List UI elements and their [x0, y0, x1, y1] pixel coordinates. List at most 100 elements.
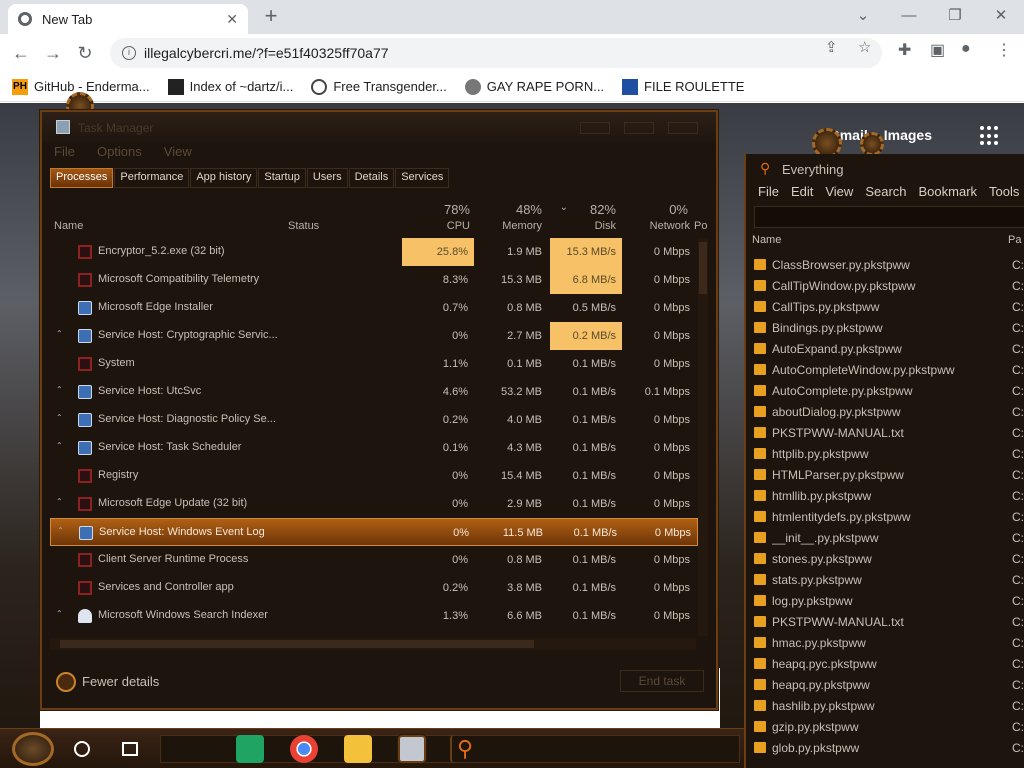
- file-row[interactable]: ClassBrowser.py.pkstpww C:: [754, 254, 1024, 275]
- menu-edit[interactable]: Edit: [785, 182, 819, 204]
- column-name[interactable]: Name: [752, 234, 781, 246]
- process-row[interactable]: ⌃ Service Host: Windows Event Log 0% 11.5 M…: [50, 518, 698, 546]
- expand-chevron-icon[interactable]: ⌃: [56, 385, 63, 394]
- file-row[interactable]: AutoComplete.py.pkstpww C:: [754, 380, 1024, 401]
- process-row[interactable]: Client Server Runtime Process 0% 0.8 MB 0.1…: [50, 546, 698, 574]
- tab-users[interactable]: Users: [306, 168, 348, 188]
- file-row[interactable]: hashlib.py.pkstpww C:: [754, 695, 1024, 716]
- column-path[interactable]: Pa: [1008, 234, 1021, 246]
- end-task-button[interactable]: End task: [620, 670, 704, 692]
- bookmark-item[interactable]: Free Transgender...: [311, 78, 447, 95]
- expand-chevron-icon[interactable]: ⌃: [57, 526, 64, 535]
- column-disk[interactable]: Disk: [566, 220, 616, 232]
- process-row[interactable]: ⌃ Service Host: Cryptographic Servic... 0%…: [50, 322, 698, 350]
- file-row[interactable]: PKSTPWW-MANUAL.txt C:: [754, 611, 1024, 632]
- process-list-scrollbar[interactable]: [698, 238, 708, 636]
- close-button[interactable]: [668, 122, 698, 134]
- menu-view[interactable]: View: [160, 144, 196, 159]
- tab-details[interactable]: Details: [348, 168, 395, 188]
- task-manager-titlebar[interactable]: Task Manager: [42, 112, 716, 142]
- process-row[interactable]: ⌃ Microsoft Windows Search Indexer 1.3% 6.6…: [50, 602, 698, 630]
- close-tab-icon[interactable]: ✕: [226, 11, 238, 28]
- everything-app-icon[interactable]: ⚲: [450, 735, 478, 763]
- menu-view[interactable]: View: [819, 182, 859, 204]
- file-row[interactable]: AutoCompleteWindow.py.pkstpww C:: [754, 359, 1024, 380]
- fewer-details-link[interactable]: Fewer details: [82, 674, 159, 689]
- expand-chevron-icon[interactable]: ⌃: [56, 413, 63, 422]
- tab-new-tab[interactable]: New Tab ✕: [8, 4, 248, 34]
- file-row[interactable]: glob.py.pkstpww C:: [754, 737, 1024, 758]
- file-row[interactable]: __init__.py.pkstpww C:: [754, 527, 1024, 548]
- menu-tools[interactable]: Tools: [983, 182, 1024, 204]
- file-row[interactable]: htmlentitydefs.py.pkstpww C:: [754, 506, 1024, 527]
- site-info-icon[interactable]: i: [122, 46, 136, 60]
- reload-button[interactable]: ↻: [72, 40, 98, 66]
- file-row[interactable]: Bindings.py.pkstpww C:: [754, 317, 1024, 338]
- google-apps-icon[interactable]: [980, 126, 1000, 146]
- bookmark-item[interactable]: Index of ~dartz/i...: [167, 78, 293, 95]
- close-window-button[interactable]: ✕: [978, 3, 1024, 29]
- menu-options[interactable]: Options: [93, 144, 146, 159]
- file-row[interactable]: stats.py.pkstpww C:: [754, 569, 1024, 590]
- start-button[interactable]: [12, 732, 54, 766]
- tab-app-history[interactable]: App history: [190, 168, 258, 188]
- file-row[interactable]: CallTipWindow.py.pkstpww C:: [754, 275, 1024, 296]
- forward-button[interactable]: →: [40, 40, 66, 66]
- tab-processes[interactable]: Processes: [50, 168, 114, 188]
- file-row[interactable]: heapq.py.pkstpww C:: [754, 674, 1024, 695]
- menu-bookmark[interactable]: Bookmark: [913, 182, 984, 204]
- file-row[interactable]: htmllib.py.pkstpww C:: [754, 485, 1024, 506]
- process-row[interactable]: Microsoft Edge Installer 0.7% 0.8 MB 0.5 MB…: [50, 294, 698, 322]
- task-manager-app-icon[interactable]: [398, 735, 426, 763]
- extensions-icon[interactable]: ✚: [898, 40, 911, 60]
- expand-chevron-icon[interactable]: ⌃: [56, 329, 63, 338]
- file-row[interactable]: httplib.py.pkstpww C:: [754, 443, 1024, 464]
- process-row[interactable]: Services and Controller app 0.2% 3.8 MB 0.1…: [50, 574, 698, 602]
- bookmark-item[interactable]: GAY RAPE PORN...: [464, 78, 604, 95]
- tab-services[interactable]: Services: [395, 168, 450, 188]
- back-button[interactable]: ←: [8, 40, 34, 66]
- side-panel-icon[interactable]: ▣: [930, 40, 945, 60]
- bookmark-star-icon[interactable]: ☆: [858, 38, 871, 56]
- file-row[interactable]: heapq.pyc.pkstpww C:: [754, 653, 1024, 674]
- file-row[interactable]: aboutDialog.py.pkstpww C:: [754, 401, 1024, 422]
- column-memory[interactable]: Memory: [492, 220, 542, 232]
- chrome-app-icon[interactable]: [290, 735, 318, 763]
- menu-file[interactable]: File: [752, 182, 785, 204]
- process-row[interactable]: System 1.1% 0.1 MB 0.1 MB/s 0 Mbps: [50, 350, 698, 378]
- file-row[interactable]: CallTips.py.pkstpww C:: [754, 296, 1024, 317]
- menu-search[interactable]: Search: [859, 182, 912, 204]
- tab-search-icon[interactable]: ⌄: [840, 3, 886, 29]
- process-row[interactable]: Registry 0% 15.4 MB 0.1 MB/s 0 Mbps: [50, 462, 698, 490]
- process-row[interactable]: ⌃ Microsoft Edge Update (32 bit) 0% 2.9 MB 0…: [50, 490, 698, 518]
- chevron-up-icon[interactable]: [56, 672, 76, 692]
- everything-titlebar[interactable]: ⚲ Everything: [746, 154, 1024, 182]
- scrollbar-thumb[interactable]: [60, 640, 534, 648]
- process-list-hscrollbar[interactable]: [50, 638, 696, 650]
- images-link[interactable]: Images: [884, 127, 932, 143]
- share-icon[interactable]: ⇪: [825, 38, 838, 56]
- file-explorer-icon[interactable]: [344, 735, 372, 763]
- expand-chevron-icon[interactable]: ⌃: [56, 609, 63, 618]
- process-row[interactable]: ⌃ Service Host: Task Scheduler 0.1% 4.3 MB 0…: [50, 434, 698, 462]
- cortana-icon[interactable]: [74, 741, 90, 757]
- menu-kebab-icon[interactable]: ⋮: [996, 40, 1012, 60]
- scrollbar-thumb[interactable]: [699, 242, 707, 294]
- file-row[interactable]: stones.py.pkstpww C:: [754, 548, 1024, 569]
- restore-button[interactable]: ❐: [932, 3, 978, 29]
- menu-file[interactable]: File: [50, 144, 79, 159]
- minimize-button[interactable]: —: [886, 3, 932, 29]
- new-tab-button[interactable]: +: [258, 4, 284, 30]
- maximize-button[interactable]: [624, 122, 654, 134]
- sheets-app-icon[interactable]: [236, 735, 264, 763]
- file-row[interactable]: hmac.py.pkstpww C:: [754, 632, 1024, 653]
- process-row[interactable]: Encryptor_5.2.exe (32 bit) 25.8% 1.9 MB 15.…: [50, 238, 698, 266]
- expand-chevron-icon[interactable]: ⌃: [56, 441, 63, 450]
- process-row[interactable]: Microsoft Compatibility Telemetry 8.3% 15.…: [50, 266, 698, 294]
- file-row[interactable]: AutoExpand.py.pkstpww C:: [754, 338, 1024, 359]
- process-row[interactable]: ⌃ Service Host: Diagnostic Policy Se... 0.…: [50, 406, 698, 434]
- tab-performance[interactable]: Performance: [114, 168, 190, 188]
- file-row[interactable]: log.py.pkstpww C:: [754, 590, 1024, 611]
- column-network[interactable]: Network: [638, 220, 690, 232]
- profile-avatar[interactable]: ●: [961, 40, 971, 58]
